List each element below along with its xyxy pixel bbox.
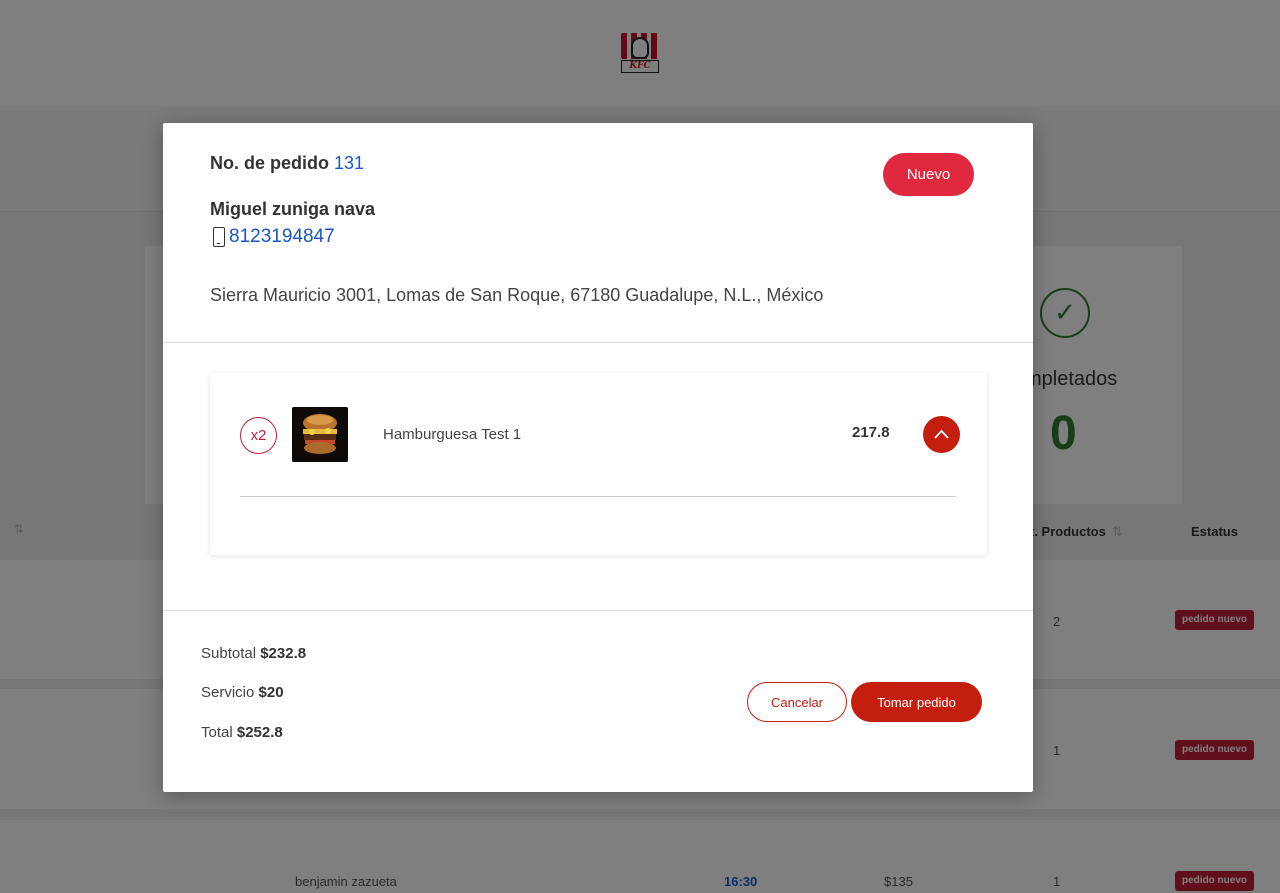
order-label: No. de pedido [210,153,329,173]
divider [240,496,956,497]
item-price: 217.8 [852,424,890,441]
item-quantity: x2 [240,417,277,454]
item-name: Hamburguesa Test 1 [383,426,522,443]
subtotal-value: $232.8 [260,645,307,662]
chevron-up-icon [934,429,949,439]
burger-image [292,407,348,462]
divider [163,342,1033,343]
customer-name: Miguel zuniga nava [210,199,376,219]
service-line: Servicio $20 [201,684,284,701]
customer-phone[interactable]: 8123194847 [213,226,335,248]
order-number-line: No. de pedido 131 [210,153,364,174]
status-nuevo-button[interactable]: Nuevo [883,153,974,196]
total-value: $252.8 [236,724,283,741]
order-detail-modal: No. de pedido 131 Nuevo Miguel zuniga na… [163,123,1033,792]
phone-icon [213,227,225,247]
subtotal-line: Subtotal $232.8 [201,645,307,662]
order-number: 131 [334,153,365,173]
cancel-button[interactable]: Cancelar [747,682,847,722]
phone-number[interactable]: 8123194847 [229,226,335,248]
take-order-button[interactable]: Tomar pedido [851,682,982,722]
order-item-card: x2 Hamburguesa Test 1 217.8 [210,373,987,555]
service-value: $20 [258,684,284,701]
divider [163,610,1033,611]
delivery-address: Sierra Mauricio 3001, Lomas de San Roque… [210,285,824,305]
total-line: Total $252.8 [201,724,283,741]
collapse-item-button[interactable] [923,416,960,453]
